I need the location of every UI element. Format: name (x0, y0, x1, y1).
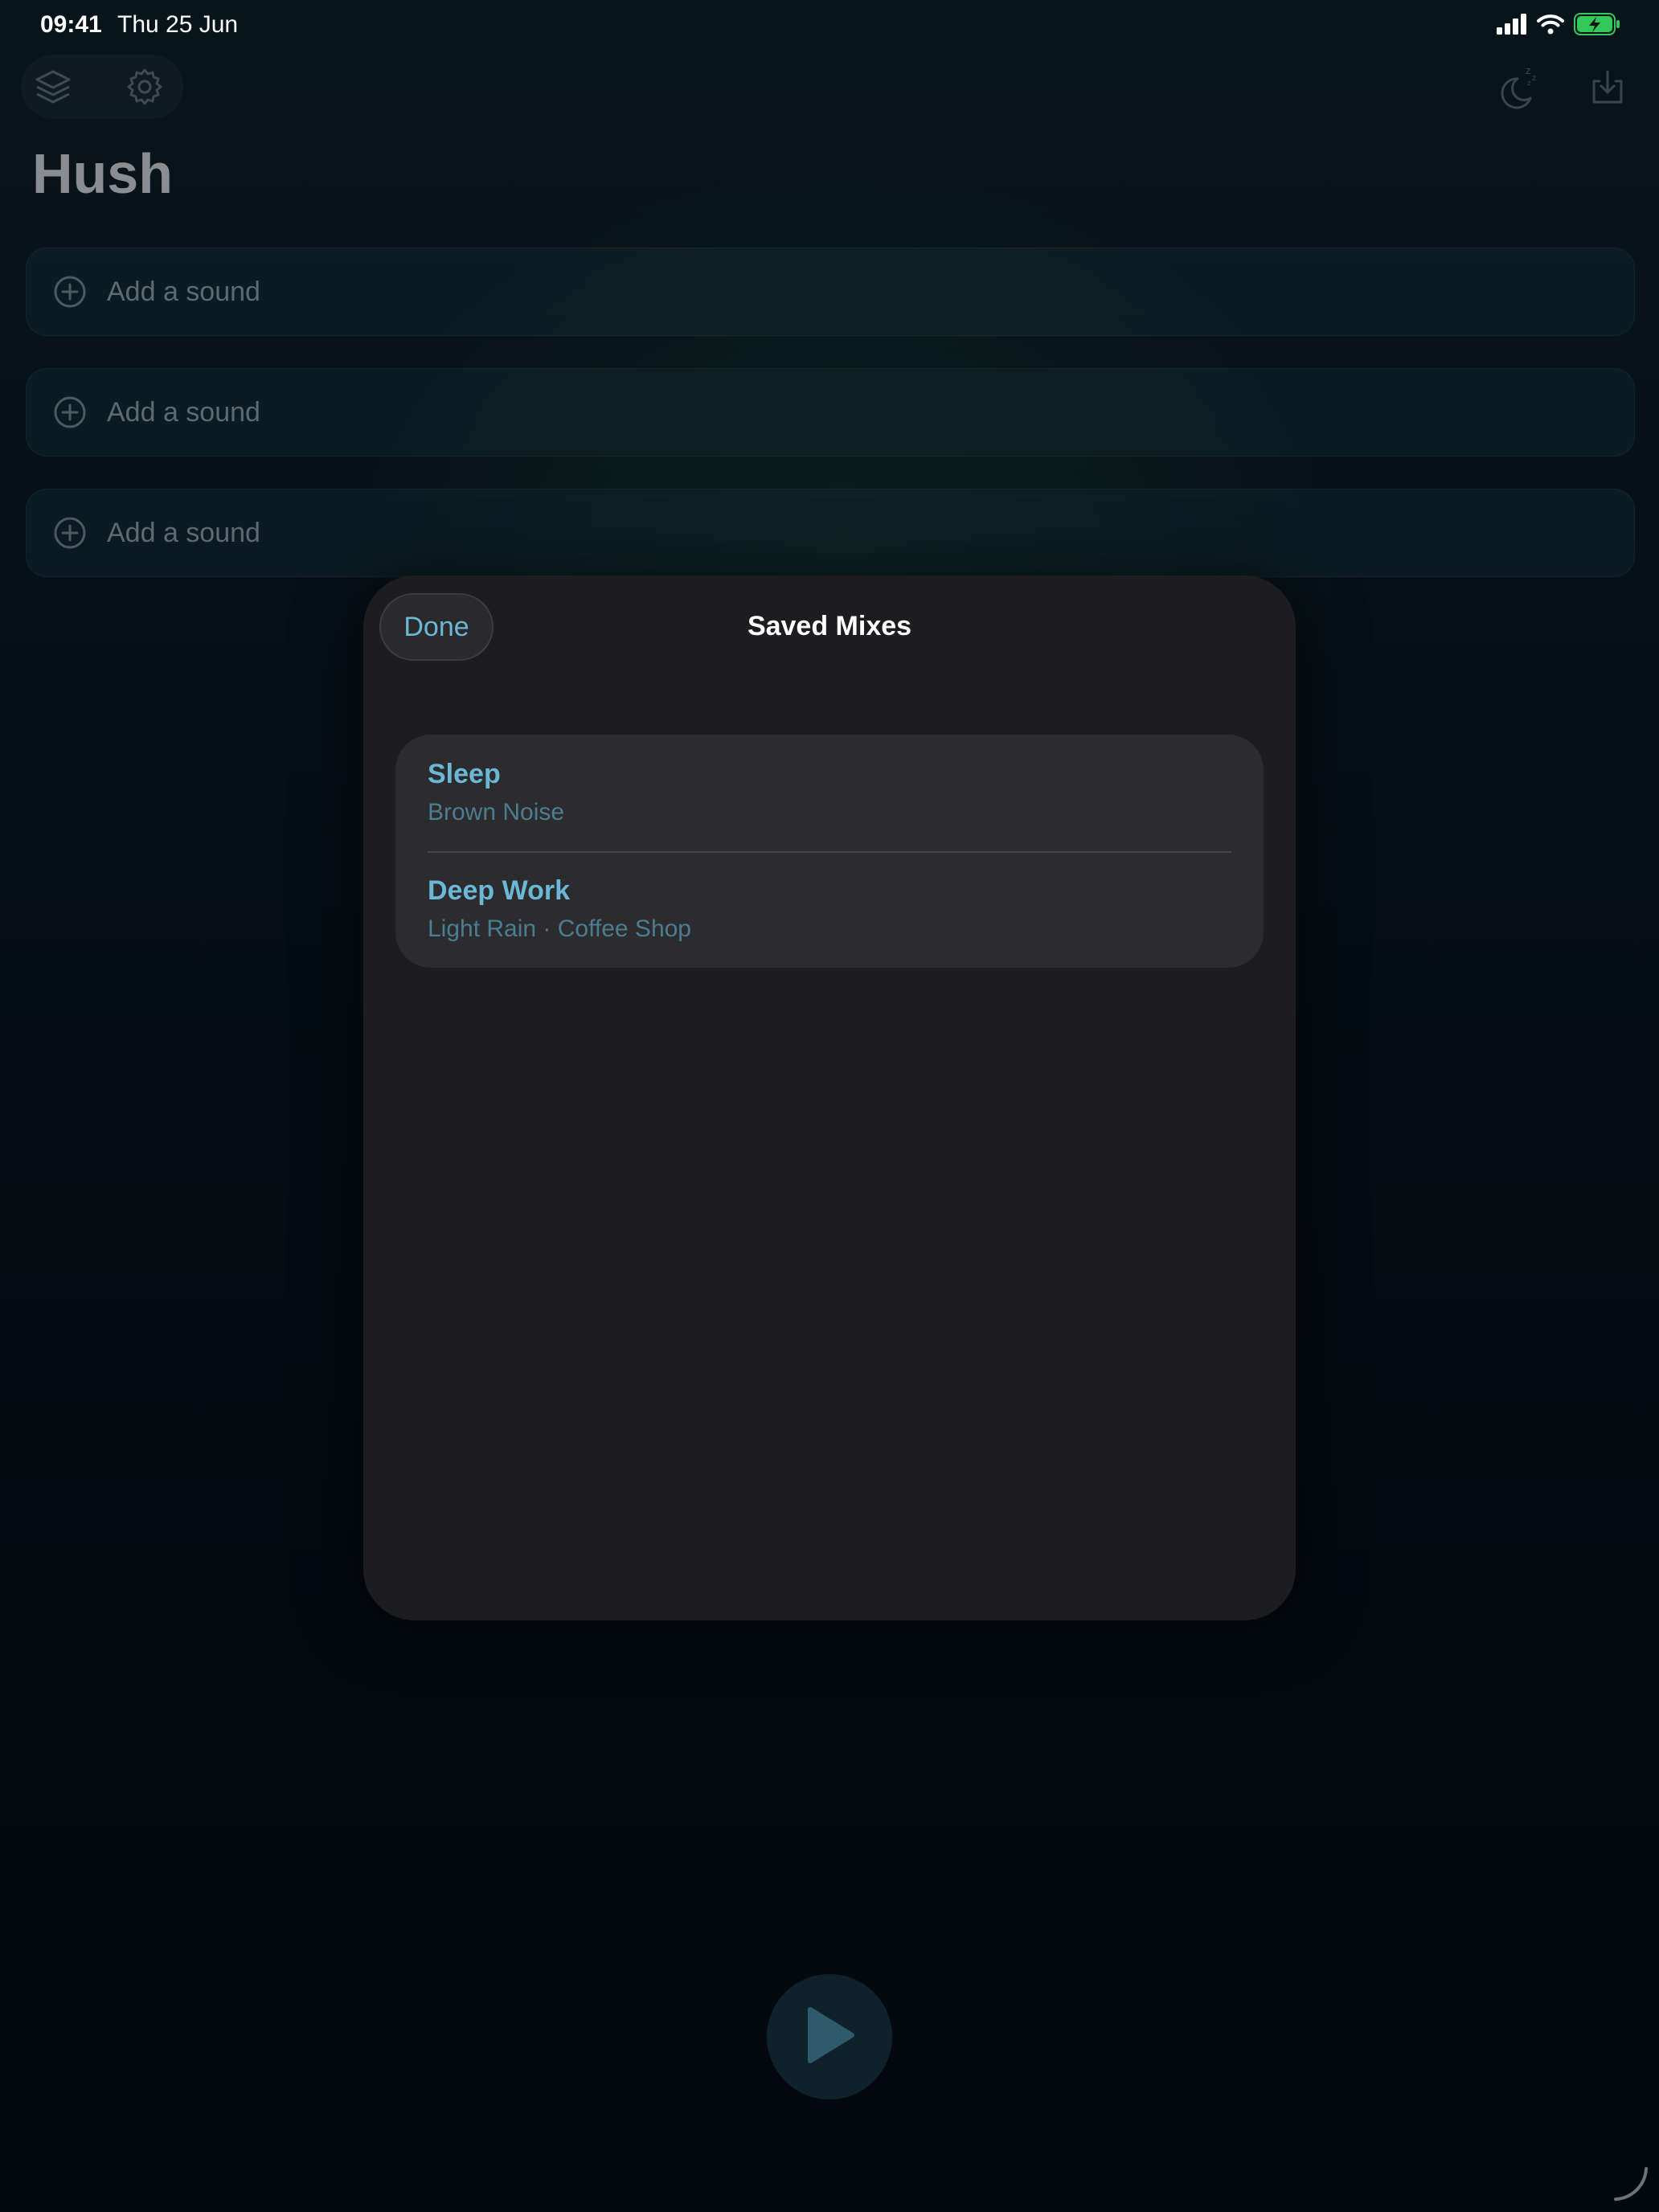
battery-charging-icon (1574, 13, 1620, 39)
plus-circle-icon (52, 274, 88, 309)
mix-sounds: Light Rain · Coffee Shop (428, 916, 691, 942)
status-icons (1497, 13, 1620, 39)
mix-name: Deep Work (428, 875, 570, 906)
mix-item-deep-work[interactable]: Deep Work Light Rain · Coffee Shop (395, 851, 1264, 968)
resize-handle[interactable] (1611, 2164, 1651, 2204)
svg-text:z: z (1526, 65, 1530, 76)
plus-circle-icon (52, 515, 88, 551)
status-date: Thu 25 Jun (117, 11, 239, 38)
saved-mixes-modal: Done Saved Mixes Sleep Brown Noise Deep … (363, 576, 1296, 1620)
app-screen: 09:41 Thu 25 Jun z z z Hush Add a sound … (0, 0, 1659, 2212)
slot-label: Add a sound (107, 276, 260, 307)
add-sound-slot[interactable]: Add a sound (26, 248, 1635, 336)
sleep-timer-icon[interactable]: z z z (1487, 55, 1551, 119)
status-bar: 09:41 Thu 25 Jun (0, 0, 1659, 51)
play-icon (804, 2006, 855, 2068)
svg-text:z: z (1527, 80, 1531, 88)
app-title: Hush (32, 142, 173, 205)
layers-icon[interactable] (21, 55, 85, 119)
slot-label: Add a sound (107, 517, 260, 548)
status-time: 09:41 (40, 11, 102, 38)
play-button[interactable] (767, 1974, 892, 2099)
toolbar-right-group: z z z (1487, 55, 1640, 119)
mix-name: Sleep (428, 759, 501, 789)
svg-text:z: z (1532, 74, 1536, 83)
gear-icon[interactable] (113, 55, 177, 119)
download-icon[interactable] (1575, 55, 1640, 119)
modal-title: Saved Mixes (747, 611, 912, 641)
add-sound-slot[interactable]: Add a sound (26, 368, 1635, 457)
cellular-signal-icon (1497, 14, 1527, 39)
mix-item-sleep[interactable]: Sleep Brown Noise (395, 735, 1264, 851)
add-sound-slot[interactable]: Add a sound (26, 489, 1635, 577)
mix-sounds: Brown Noise (428, 799, 565, 825)
toolbar-left-group (21, 55, 183, 119)
slot-label: Add a sound (107, 396, 260, 428)
wifi-icon (1537, 14, 1564, 39)
mix-list: Sleep Brown Noise Deep Work Light Rain ·… (395, 735, 1264, 968)
plus-circle-icon (52, 395, 88, 430)
